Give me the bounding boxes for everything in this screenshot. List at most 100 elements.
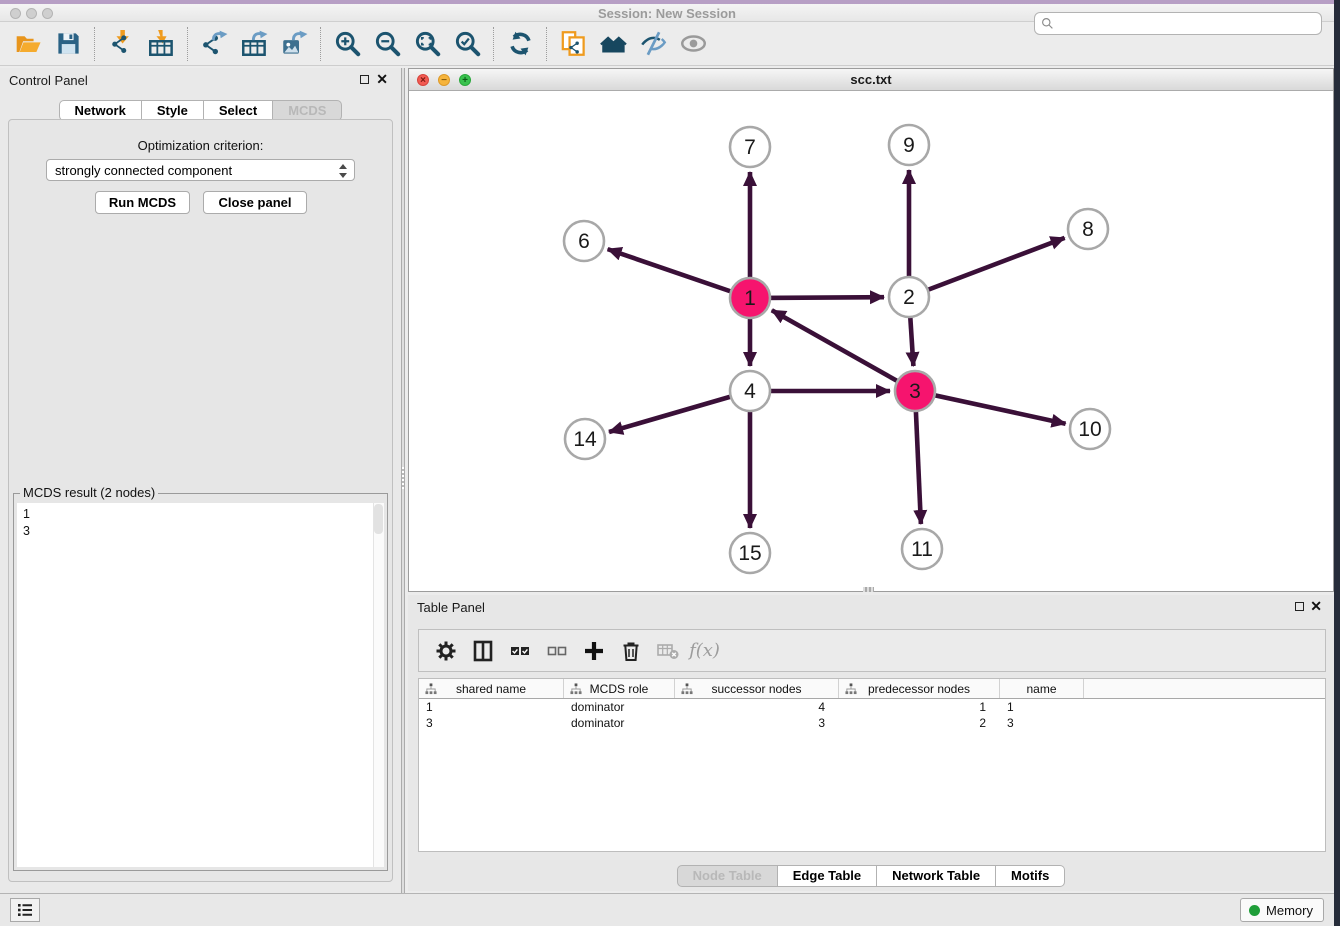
graph-node-7[interactable]: 7 xyxy=(730,127,770,167)
svg-text:4: 4 xyxy=(744,380,756,403)
column-header-predecessor-nodes[interactable]: predecessor nodes xyxy=(839,679,1000,698)
import-table-icon[interactable] xyxy=(141,26,181,62)
tab-mcds[interactable]: MCDS xyxy=(273,100,342,121)
open-file-icon[interactable] xyxy=(8,26,48,62)
search-input[interactable] xyxy=(1058,17,1315,31)
edge-2-8[interactable] xyxy=(909,238,1065,297)
table-panel-title: Table Panel xyxy=(417,600,485,615)
zoom-in-icon[interactable] xyxy=(327,26,367,62)
export-table-icon[interactable] xyxy=(234,26,274,62)
run-mcds-button[interactable]: Run MCDS xyxy=(95,191,190,214)
tab-edge-table[interactable]: Edge Table xyxy=(778,865,877,887)
close-panel-icon[interactable]: ✕ xyxy=(376,71,388,87)
tab-node-table[interactable]: Node Table xyxy=(677,865,778,887)
horizontal-splitter-grip[interactable] xyxy=(863,587,874,592)
graph-node-2[interactable]: 2 xyxy=(889,277,929,317)
criterion-select[interactable]: strongly connected component xyxy=(46,159,355,181)
graph-node-15[interactable]: 15 xyxy=(730,533,770,573)
import-network-icon[interactable] xyxy=(101,26,141,62)
mcds-result-textarea[interactable]: 1 3 xyxy=(17,503,384,867)
network-canvas[interactable]: 7 9 6 8 1 2 4 3 14 10 15 11 xyxy=(409,91,1333,591)
svg-text:7: 7 xyxy=(744,136,756,159)
clear-all-checkboxes-icon[interactable] xyxy=(538,633,575,669)
table-toolbar: f(x) xyxy=(418,629,1326,672)
close-table-panel-icon[interactable]: ✕ xyxy=(1310,598,1322,614)
zoom-fit-icon[interactable] xyxy=(407,26,447,62)
edge-1-6[interactable] xyxy=(608,249,750,298)
edge-3-10[interactable] xyxy=(915,391,1066,424)
svg-text:8: 8 xyxy=(1082,218,1094,241)
hide-selected-icon[interactable] xyxy=(633,26,673,62)
column-header-MCDS-role[interactable]: MCDS role xyxy=(564,679,675,698)
node-table[interactable]: shared nameMCDS rolesuccessor nodesprede… xyxy=(418,678,1326,852)
tab-motifs[interactable]: Motifs xyxy=(996,865,1065,887)
show-all-icon[interactable] xyxy=(673,26,713,62)
save-session-icon[interactable] xyxy=(48,26,88,62)
svg-text:6: 6 xyxy=(578,230,590,253)
edge-4-14[interactable] xyxy=(609,391,750,432)
control-panel-tabbar: NetworkStyleSelectMCDS xyxy=(0,100,401,121)
vertical-splitter[interactable] xyxy=(401,68,405,893)
node-table-header: shared nameMCDS rolesuccessor nodesprede… xyxy=(419,679,1325,699)
table-cell: 3 xyxy=(419,715,564,731)
graph-node-1[interactable]: 1 xyxy=(730,278,770,318)
column-header-shared-name[interactable]: shared name xyxy=(419,679,564,698)
table-cell: 1 xyxy=(419,699,564,715)
zoom-selected-icon[interactable] xyxy=(447,26,487,62)
delete-column-icon[interactable] xyxy=(612,633,649,669)
svg-text:14: 14 xyxy=(573,428,597,451)
tab-network[interactable]: Network xyxy=(59,100,142,121)
column-header-successor-nodes[interactable]: successor nodes xyxy=(675,679,839,698)
mcds-result-group: MCDS result (2 nodes) 1 3 xyxy=(13,493,388,871)
close-panel-button[interactable]: Close panel xyxy=(203,191,307,214)
table-cell: dominator xyxy=(564,715,675,731)
edge-3-1[interactable] xyxy=(772,310,915,391)
table-row[interactable]: 3dominator323 xyxy=(419,715,1325,731)
network-window-title: scc.txt xyxy=(409,72,1333,87)
float-panel-icon[interactable] xyxy=(360,75,369,84)
float-table-panel-icon[interactable] xyxy=(1295,602,1304,611)
task-list-icon xyxy=(15,901,35,919)
export-image-icon[interactable] xyxy=(274,26,314,62)
table-row[interactable]: 1dominator411 xyxy=(419,699,1325,715)
zoom-out-icon[interactable] xyxy=(367,26,407,62)
svg-text:3: 3 xyxy=(909,380,921,403)
toolbar-separator xyxy=(546,27,547,61)
tab-select[interactable]: Select xyxy=(204,100,273,121)
splitter-grip[interactable] xyxy=(402,467,404,489)
tab-network-table[interactable]: Network Table xyxy=(877,865,996,887)
select-all-checkboxes-icon[interactable] xyxy=(501,633,538,669)
table-cell: dominator xyxy=(564,699,675,715)
desktop-wallpaper-right xyxy=(1334,0,1340,926)
graph-node-14[interactable]: 14 xyxy=(565,419,605,459)
delete-table-icon xyxy=(649,633,686,669)
graph-node-3[interactable]: 3 xyxy=(895,371,935,411)
graph-node-11[interactable]: 11 xyxy=(902,529,942,569)
svg-text:1: 1 xyxy=(744,287,756,310)
task-history-button[interactable] xyxy=(10,898,40,922)
table-cell: 3 xyxy=(1000,715,1084,731)
function-builder-icon: f(x) xyxy=(686,633,723,669)
table-cell: 3 xyxy=(675,715,839,731)
graph-node-6[interactable]: 6 xyxy=(564,221,604,261)
column-header-name[interactable]: name xyxy=(1000,679,1084,698)
column-layout-icon[interactable] xyxy=(464,633,501,669)
graph-node-4[interactable]: 4 xyxy=(730,371,770,411)
control-panel-header: Control Panel ✕ xyxy=(0,68,401,92)
result-scrollbar[interactable] xyxy=(373,503,384,867)
graph-node-10[interactable]: 10 xyxy=(1070,409,1110,449)
graph-node-9[interactable]: 9 xyxy=(889,125,929,165)
add-column-icon[interactable] xyxy=(575,633,612,669)
memory-button[interactable]: Memory xyxy=(1240,898,1324,922)
export-network-icon[interactable] xyxy=(194,26,234,62)
search-box[interactable] xyxy=(1034,12,1322,35)
first-neighbors-icon[interactable] xyxy=(593,26,633,62)
graph-node-8[interactable]: 8 xyxy=(1068,209,1108,249)
attribute-type-icon xyxy=(425,683,437,695)
network-graph[interactable]: 7 9 6 8 1 2 4 3 14 10 15 11 xyxy=(409,91,1333,591)
new-network-from-selection-icon[interactable] xyxy=(553,26,593,62)
tab-style[interactable]: Style xyxy=(142,100,204,121)
table-cell: 4 xyxy=(675,699,839,715)
table-settings-icon[interactable] xyxy=(427,633,464,669)
apply-layout-icon[interactable] xyxy=(500,26,540,62)
